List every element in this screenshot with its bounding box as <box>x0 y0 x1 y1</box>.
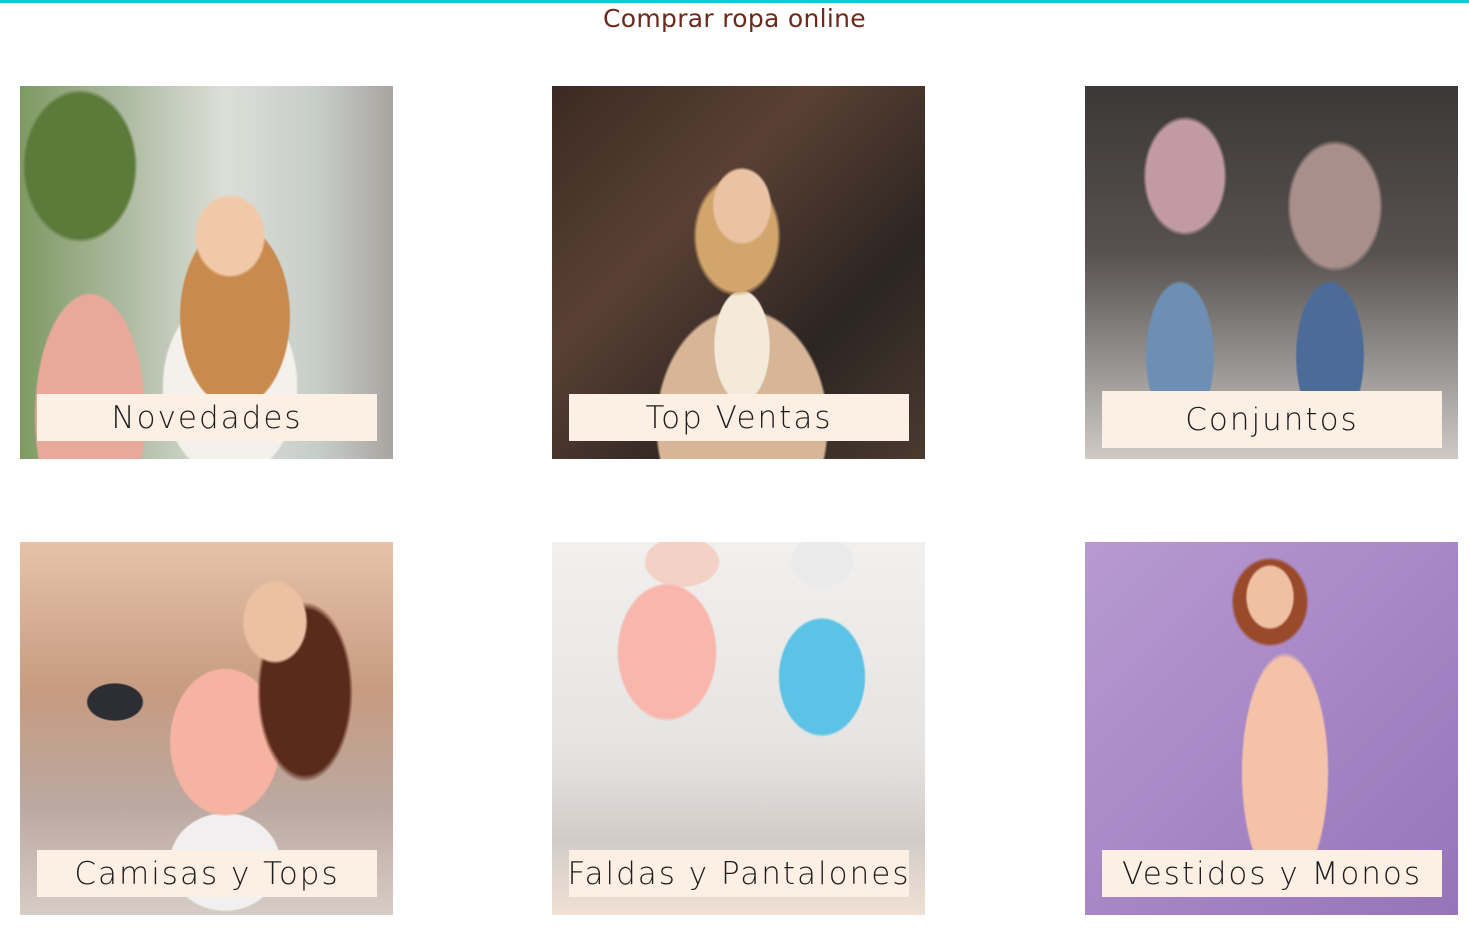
category-label: Conjuntos <box>1102 391 1442 448</box>
category-label: Camisas y Tops <box>37 850 377 897</box>
category-label: Top Ventas <box>569 394 909 441</box>
page-title: Comprar ropa online <box>603 4 866 33</box>
category-label: Vestidos y Monos <box>1102 850 1442 897</box>
category-tile-vestidos-y-monos[interactable]: Vestidos y Monos <box>1085 542 1458 915</box>
category-label: Novedades <box>37 394 377 441</box>
category-tile-top-ventas[interactable]: Top Ventas <box>552 86 925 459</box>
top-accent-bar <box>0 0 1469 3</box>
category-tile-camisas-y-tops[interactable]: Camisas y Tops <box>20 542 393 915</box>
category-label: Faldas y Pantalones <box>567 850 909 897</box>
category-tile-conjuntos[interactable]: Conjuntos <box>1085 86 1458 459</box>
category-tile-novedades[interactable]: Novedades <box>20 86 393 459</box>
category-tile-faldas-y-pantalones[interactable]: Faldas y Pantalones <box>552 542 925 915</box>
